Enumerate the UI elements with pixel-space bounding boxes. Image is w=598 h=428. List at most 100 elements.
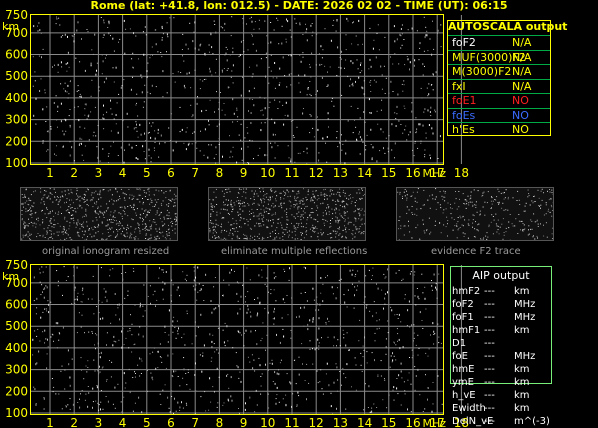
thumbnail-dot — [238, 192, 240, 194]
thumbnail-dot — [131, 206, 133, 208]
thumbnail-dot — [103, 217, 105, 218]
thumbnail-dot — [287, 219, 289, 221]
thumbnail-dot — [352, 238, 354, 240]
thumbnail-dot — [297, 216, 299, 217]
thumbnail-dot — [103, 211, 105, 213]
thumbnail-dot — [300, 219, 302, 221]
thumbnail-dot — [357, 208, 359, 210]
thumbnail-dot — [104, 212, 106, 214]
thumbnail-dot — [338, 219, 340, 221]
thumbnail-dot — [168, 212, 170, 214]
thumbnail-dot — [174, 224, 176, 226]
thumbnail-dot — [302, 232, 303, 234]
thumbnail-dot — [325, 213, 327, 215]
thumbnail-dot — [265, 207, 267, 209]
thumbnail-dot — [239, 219, 241, 221]
thumbnail-dot — [304, 208, 305, 210]
thumbnail-dot — [145, 209, 147, 211]
thumbnail-dot — [498, 203, 500, 205]
thumbnail-dot — [545, 204, 547, 206]
thumbnail-dot — [101, 222, 103, 224]
thumbnail-dot — [29, 209, 30, 211]
thumbnail-dot — [498, 202, 500, 204]
aip-param-value: --- — [484, 338, 495, 349]
thumbnail-dot — [311, 208, 313, 210]
thumbnail-dot — [295, 200, 297, 202]
thumbnail-dot — [465, 207, 467, 209]
thumbnail-dot — [266, 193, 268, 195]
thumbnail-dot — [297, 226, 299, 228]
thumbnail-dot — [69, 199, 70, 201]
thumbnail-dot — [344, 195, 346, 197]
thumbnail-dot — [501, 223, 503, 225]
thumbnail-dot — [262, 237, 264, 239]
thumbnail-dot — [256, 236, 258, 238]
autoscala-param-value: N/A — [512, 50, 532, 64]
thumbnail-dot — [509, 214, 511, 215]
thumbnail-dot — [276, 227, 278, 229]
thumbnail-dot — [462, 225, 464, 227]
thumbnail-dot — [85, 199, 87, 201]
thumbnail-dot — [528, 193, 530, 195]
thumbnail-dot — [122, 218, 123, 220]
thumbnail-dot — [210, 214, 212, 216]
thumbnail-dot — [364, 193, 365, 195]
thumbnail-dot — [502, 218, 504, 220]
thumbnail-dot — [119, 222, 121, 224]
ionogram-bottom-frame — [30, 264, 444, 415]
thumbnail-dot — [243, 202, 245, 204]
thumbnail-dot — [298, 192, 300, 194]
thumbnail-dot — [507, 209, 509, 211]
thumbnail-dot — [268, 213, 270, 214]
thumbnail-dot — [76, 188, 78, 190]
thumbnail-dot — [482, 194, 484, 196]
thumbnail-dot — [511, 223, 513, 225]
thumbnail-dot — [73, 217, 74, 219]
thumbnail-dot — [549, 211, 551, 213]
thumbnail-dot — [132, 208, 134, 210]
thumbnail-dot — [238, 188, 240, 190]
thumbnail-dot — [294, 217, 296, 219]
x-tick-label: 18 — [454, 166, 469, 180]
thumbnail-dot — [70, 189, 72, 191]
thumbnail-dot — [469, 201, 471, 203]
thumbnail-dot — [75, 199, 77, 201]
thumbnail-dot — [124, 193, 126, 195]
thumbnail-dot — [411, 212, 413, 214]
thumbnail-dot — [548, 199, 550, 201]
thumbnail-dot — [112, 215, 114, 217]
thumbnail-dot — [148, 237, 150, 239]
thumbnail-dot — [94, 210, 96, 212]
thumbnail-dot — [300, 201, 301, 203]
thumbnail-dot — [518, 214, 520, 215]
thumbnail-dot — [176, 223, 177, 225]
thumbnail-dot — [59, 199, 61, 201]
thumbnail-dot — [324, 198, 325, 200]
thumbnail-dot — [486, 238, 488, 240]
thumbnail-dot — [487, 236, 489, 238]
thumbnail-dot — [152, 206, 154, 207]
thumbnail-dot — [323, 219, 325, 221]
thumbnail-dot — [24, 197, 26, 198]
thumbnail-dot — [344, 215, 346, 216]
thumbnail-dot — [338, 234, 340, 236]
thumbnail-dot — [348, 221, 350, 223]
thumbnail-dot — [276, 195, 278, 197]
thumbnail-dot — [110, 221, 112, 223]
thumbnail-dot — [484, 201, 486, 203]
thumbnail-dot — [528, 229, 529, 231]
thumbnail-dot — [459, 215, 461, 217]
thumbnail-dot — [116, 191, 118, 193]
thumbnail-dot — [84, 194, 86, 196]
thumbnail-dot — [329, 233, 331, 235]
x-tick-label: 10 — [260, 166, 275, 180]
thumbnail-dot — [443, 224, 445, 226]
thumbnail-dot — [343, 213, 345, 215]
thumbnail-dot — [353, 236, 355, 238]
thumbnail-dot — [102, 233, 104, 235]
thumbnail-dot — [91, 227, 93, 229]
thumbnail-dot — [133, 237, 135, 239]
thumbnail-dot — [30, 210, 32, 212]
thumbnail-dot — [490, 200, 492, 202]
thumbnail-dot — [286, 219, 288, 221]
